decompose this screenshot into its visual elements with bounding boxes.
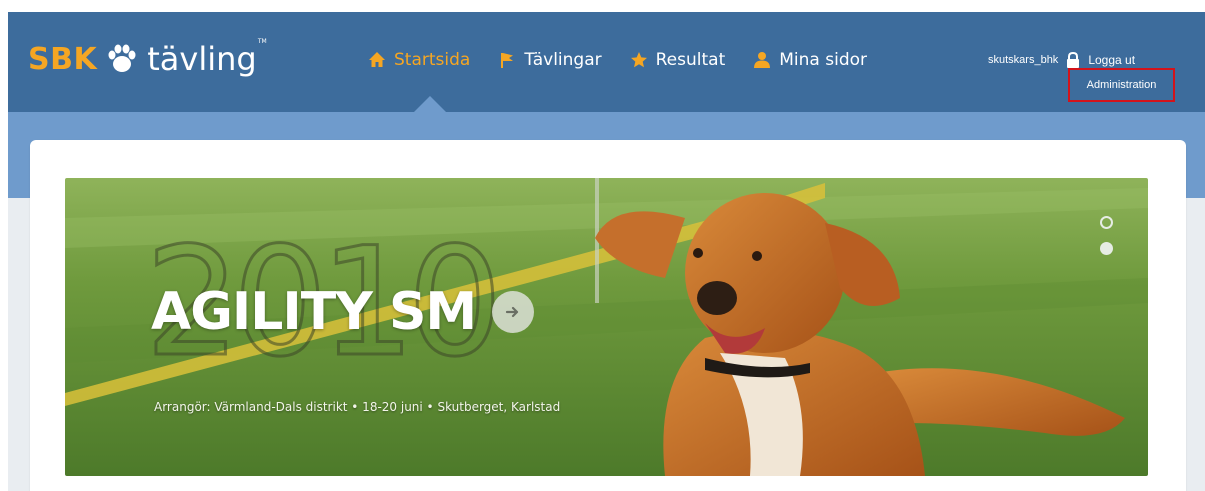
user-icon xyxy=(754,52,771,68)
lock-icon xyxy=(1067,52,1080,68)
main-nav: Startsida Tävlingar Resultat Mina sidor xyxy=(368,50,867,70)
hero-next-button[interactable] xyxy=(492,291,534,333)
paw-icon xyxy=(108,44,136,72)
arrow-right-icon xyxy=(505,306,519,318)
nav-item-mina-sidor[interactable]: Mina sidor xyxy=(753,50,867,70)
logo-sbk-text: SBK xyxy=(28,41,98,77)
nav-label-mina-sidor: Mina sidor xyxy=(779,50,867,70)
slide-dot-2[interactable] xyxy=(1100,242,1113,255)
hero-banner[interactable]: 2010 AGILITY SM Arrangör: Värmland-Dals … xyxy=(65,178,1148,476)
administration-link[interactable]: Administration xyxy=(1087,79,1157,91)
user-area: skutskars_bhk Logga ut xyxy=(988,52,1135,68)
admin-highlight-box: Administration xyxy=(1068,68,1175,102)
logout-link[interactable]: Logga ut xyxy=(1088,53,1135,67)
hero-subtitle: Arrangör: Värmland-Dals distrikt • 18-20… xyxy=(154,400,561,414)
site-logo[interactable]: SBK tävling TM xyxy=(28,38,267,78)
nav-item-startsida[interactable]: Startsida xyxy=(368,50,470,70)
nav-label-tavlingar: Tävlingar xyxy=(524,50,602,70)
flag-icon xyxy=(501,53,514,68)
nav-label-startsida: Startsida xyxy=(394,50,471,70)
star-icon xyxy=(630,52,647,68)
nav-item-resultat[interactable]: Resultat xyxy=(630,50,726,70)
username-label: skutskars_bhk xyxy=(988,54,1059,66)
top-header: SBK tävling TM Startsida Tävlingar Resul… xyxy=(8,12,1205,112)
page-frame: SBK tävling TM Startsida Tävlingar Resul… xyxy=(8,12,1205,491)
hero-title: AGILITY SM xyxy=(151,282,477,342)
home-icon xyxy=(369,52,385,67)
trademark-mark: TM xyxy=(257,38,267,45)
active-nav-indicator xyxy=(414,96,446,112)
slide-dot-1[interactable] xyxy=(1100,216,1113,229)
nav-item-tavlingar[interactable]: Tävlingar xyxy=(498,50,602,70)
nav-label-resultat: Resultat xyxy=(655,50,726,70)
logo-tavling-text: tävling TM xyxy=(147,38,267,78)
